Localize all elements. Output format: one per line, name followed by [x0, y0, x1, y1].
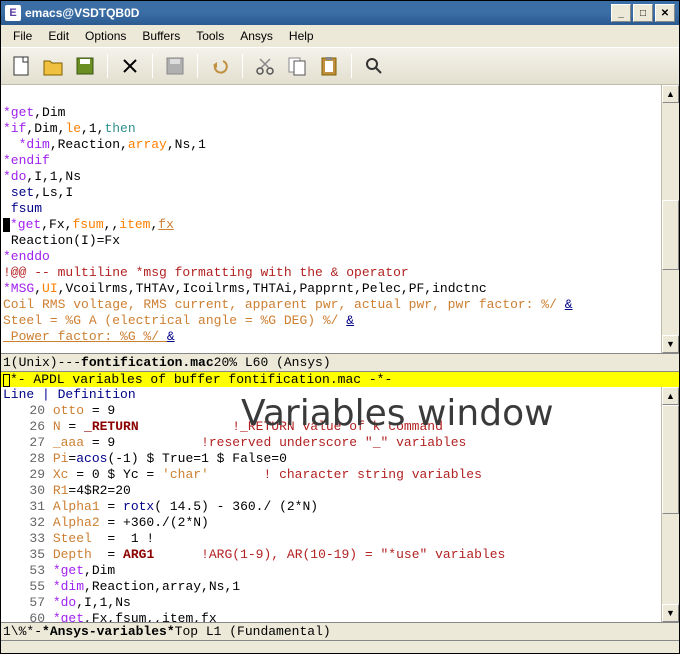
window-title: emacs@VSDTQB0D	[25, 6, 609, 20]
modeline-info: 20% L60 (Ansys)	[214, 355, 331, 370]
buffer-name: fontification.mac	[81, 355, 214, 370]
scroll-up-icon[interactable]: ▲	[662, 387, 679, 405]
open-icon[interactable]	[39, 52, 67, 80]
search-icon[interactable]	[360, 52, 388, 80]
text-cursor	[3, 218, 10, 232]
variables-banner: *- APDL variables of buffer fontificatio…	[1, 372, 679, 387]
undo-icon[interactable]	[206, 52, 234, 80]
save-icon[interactable]	[71, 52, 99, 80]
scroll-down-icon[interactable]: ▼	[662, 335, 679, 353]
scroll-down-icon[interactable]: ▼	[662, 604, 679, 622]
menu-file[interactable]: File	[5, 27, 40, 45]
menu-options[interactable]: Options	[77, 27, 134, 45]
cut-icon[interactable]	[251, 52, 279, 80]
mode-line-top: 1(Unix)--- fontification.mac 20% L60 (An…	[1, 353, 679, 372]
buffer-name: *Ansys-variables*	[42, 624, 175, 639]
modeline-status: 1(Unix)---	[3, 355, 81, 370]
scrollbar-top[interactable]: ▲ ▼	[661, 85, 679, 353]
editor-pane-bottom[interactable]: Line | Definition 20 otto = 9 26 N = _RE…	[1, 387, 679, 622]
menu-edit[interactable]: Edit	[40, 27, 77, 45]
paste-icon[interactable]	[315, 52, 343, 80]
scroll-thumb[interactable]	[662, 405, 679, 514]
title-bar: E emacs@VSDTQB0D _ □ ✕	[1, 1, 679, 25]
toolbar	[1, 47, 679, 85]
code-editor[interactable]: *get,Dim *if,Dim,le,1,then *dim,Reaction…	[1, 85, 661, 353]
new-file-icon[interactable]	[7, 52, 35, 80]
minimize-button[interactable]: _	[611, 4, 631, 22]
menu-buffers[interactable]: Buffers	[134, 27, 188, 45]
save-disk-icon[interactable]	[161, 52, 189, 80]
mode-line-bottom: 1\%*- *Ansys-variables* Top L1 (Fundamen…	[1, 622, 679, 641]
close-icon[interactable]	[116, 52, 144, 80]
menu-tools[interactable]: Tools	[188, 27, 232, 45]
editor-pane-top[interactable]: *get,Dim *if,Dim,le,1,then *dim,Reaction…	[1, 85, 679, 353]
scroll-up-icon[interactable]: ▲	[662, 85, 679, 103]
menu-ansys[interactable]: Ansys	[232, 27, 281, 45]
menu-bar: File Edit Options Buffers Tools Ansys He…	[1, 25, 679, 47]
menu-help[interactable]: Help	[281, 27, 322, 45]
scroll-thumb[interactable]	[662, 200, 679, 270]
copy-icon[interactable]	[283, 52, 311, 80]
scrollbar-bottom[interactable]: ▲ ▼	[661, 387, 679, 622]
close-window-button[interactable]: ✕	[655, 4, 675, 22]
emacs-icon: E	[5, 5, 21, 21]
modeline-status: 1\%*-	[3, 624, 42, 639]
maximize-button[interactable]: □	[633, 4, 653, 22]
variables-window[interactable]: Line | Definition 20 otto = 9 26 N = _RE…	[1, 387, 661, 622]
banner-cursor	[3, 374, 10, 387]
modeline-info: Top L1 (Fundamental)	[175, 624, 331, 639]
